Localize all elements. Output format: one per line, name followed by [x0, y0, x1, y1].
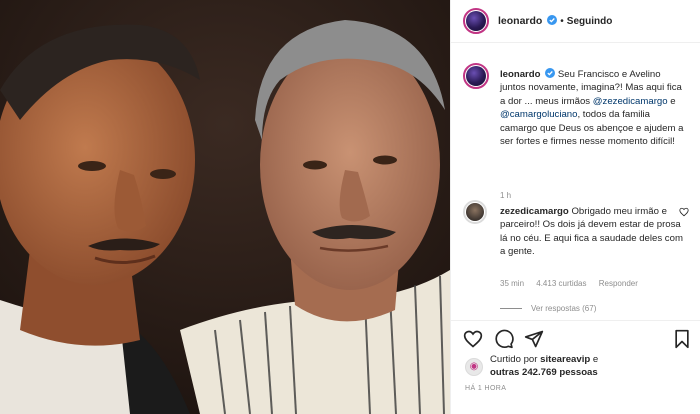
verified-badge-icon [545, 68, 556, 78]
like-heart-icon[interactable] [463, 329, 483, 349]
verified-badge-icon [547, 15, 558, 25]
reply-button[interactable]: Responder [599, 279, 638, 288]
likes-summary: ◉ Curtido por siteareavip e outras 242.7… [465, 354, 598, 379]
comment-text: zezedicamargo Obrigado meu irmão e parce… [500, 205, 688, 259]
caption-text: leonardo Seu Francisco e Avelino juntos … [500, 68, 688, 148]
view-replies-label[interactable]: Ver respostas (67) [531, 304, 596, 313]
likes-text: Curtido por siteareavip e outras 242.769… [490, 354, 598, 379]
post-image [0, 0, 450, 414]
caption-and: e [667, 95, 676, 107]
comment-time[interactable]: 35 min [500, 279, 524, 288]
post-photo[interactable] [0, 0, 450, 414]
liked-by-user[interactable]: siteareavip [540, 354, 590, 365]
view-replies-button[interactable]: Ver respostas (67) [500, 304, 596, 313]
comments-section: leonardo Seu Francisco e Avelino juntos … [451, 43, 700, 321]
author-username-text[interactable]: leonardo [498, 15, 542, 27]
author-avatar[interactable] [463, 8, 489, 34]
post-side-panel: leonardo • Seguindo leonardo Seu Francis… [450, 0, 700, 414]
commenter-avatar[interactable] [463, 200, 487, 224]
comment-meta: 35 min 4.413 curtidas Responder [500, 279, 648, 288]
post-header: leonardo • Seguindo [451, 0, 700, 43]
author-username[interactable]: leonardo [498, 15, 558, 27]
post-timestamp[interactable]: HÁ 1 HORA [465, 385, 506, 392]
commenter-username[interactable]: zezedicamargo [500, 206, 569, 217]
bookmark-icon[interactable] [673, 329, 691, 349]
comment-likes[interactable]: 4.413 curtidas [536, 279, 586, 288]
comment-bubble-icon[interactable] [494, 329, 514, 349]
liked-by-and: e [590, 354, 599, 365]
comment-like-heart-icon[interactable] [679, 207, 689, 217]
caption-author-avatar[interactable] [463, 63, 489, 89]
liker-avatar[interactable]: ◉ [465, 357, 483, 376]
liked-by-prefix: Curtido por [490, 354, 541, 365]
header-separator: • [560, 15, 564, 27]
caption-username[interactable]: leonardo [500, 69, 541, 80]
share-paper-plane-icon[interactable] [524, 329, 544, 349]
mention-link[interactable]: @zezedicamargo [593, 96, 668, 107]
mention-link[interactable]: @camargoluciano [500, 109, 577, 120]
caption-meta: 1 h [500, 191, 521, 200]
post-actions: ◉ Curtido por siteareavip e outras 242.7… [451, 320, 700, 414]
liked-by-others[interactable]: outras 242.769 pessoas [490, 367, 598, 378]
replies-divider [500, 308, 522, 309]
following-button[interactable]: Seguindo [567, 16, 613, 27]
caption-time[interactable]: 1 h [500, 191, 511, 200]
